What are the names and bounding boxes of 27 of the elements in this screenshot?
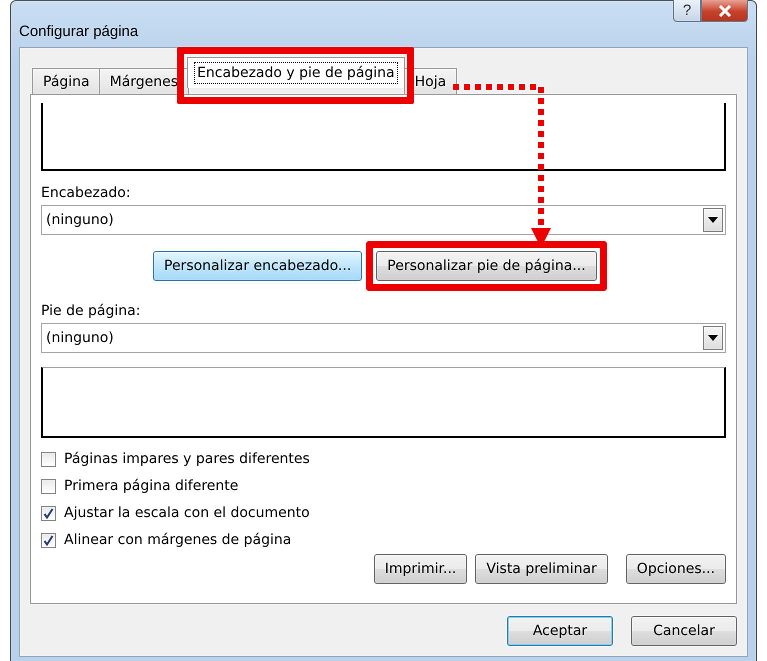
customize-button[interactable]: Personalizar pie de página... — [376, 251, 597, 281]
window-title: Configurar página — [19, 22, 138, 40]
checkbox[interactable] — [41, 478, 56, 494]
dialog-button[interactable]: Opciones... — [626, 554, 726, 584]
dropdown-arrow-icon — [708, 335, 718, 341]
header-label: Encabezado: — [41, 185, 132, 201]
dialog-button[interactable]: Cancelar — [631, 616, 737, 646]
close-button[interactable] — [701, 0, 748, 22]
customize-button[interactable]: Personalizar encabezado... — [153, 251, 362, 281]
close-icon — [718, 4, 732, 16]
dropdown-arrow-icon — [708, 217, 718, 223]
checkbox-label: Primera página diferente — [64, 478, 238, 494]
checkbox-label: Páginas impares y pares diferentes — [64, 451, 310, 467]
dialog-button[interactable]: Vista preliminar — [475, 554, 608, 584]
dialog-button[interactable]: Aceptar — [507, 616, 613, 646]
help-button[interactable]: ? — [673, 0, 701, 22]
checkbox-label: Ajustar la escala con el documento — [64, 505, 310, 521]
checkbox[interactable] — [41, 506, 56, 520]
tab[interactable]: Página — [32, 68, 101, 94]
checkbox[interactable] — [41, 452, 56, 466]
checkbox-label: Alinear con márgenes de página — [64, 532, 292, 548]
footer-label: Pie de página: — [41, 303, 142, 319]
footer-dropdown[interactable]: (ninguno) — [41, 323, 726, 353]
header-dropdown[interactable]: (ninguno) — [41, 205, 726, 235]
tab[interactable]: Encabezado y pie de página — [187, 57, 405, 88]
dialog-button[interactable]: Imprimir... — [374, 554, 468, 584]
checkbox[interactable] — [41, 532, 56, 548]
